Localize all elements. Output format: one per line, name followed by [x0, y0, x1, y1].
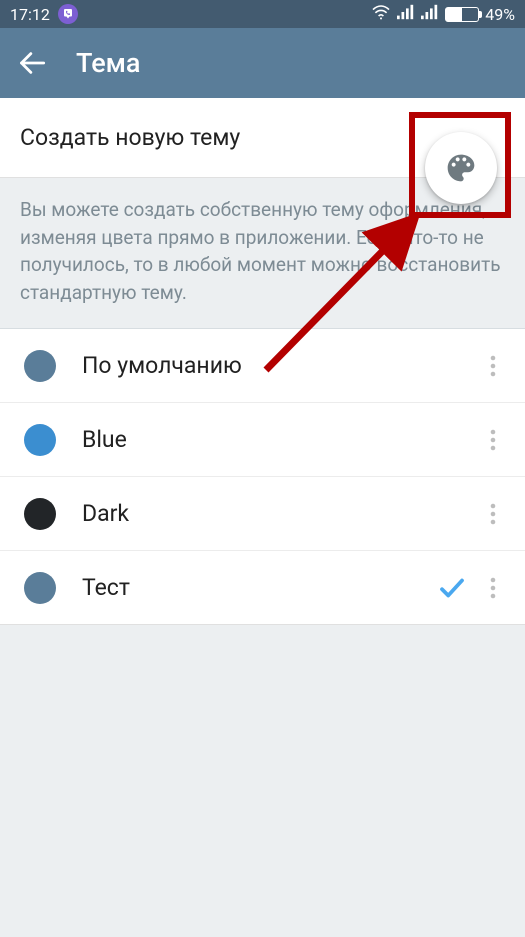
palette-icon: [445, 152, 477, 184]
theme-label: Blue: [56, 426, 473, 453]
statusbar-left: 17:12: [10, 4, 78, 24]
create-theme-label: Создать новую тему: [20, 124, 240, 151]
battery-icon: [445, 7, 479, 22]
theme-swatch: [24, 572, 56, 604]
create-theme-fab[interactable]: [425, 132, 497, 204]
signal-sim1-icon: [397, 4, 415, 24]
theme-label: Тест: [56, 574, 437, 601]
theme-more-button[interactable]: [473, 346, 513, 386]
theme-more-button[interactable]: [473, 568, 513, 608]
theme-label: По умолчанию: [56, 352, 473, 379]
theme-more-button[interactable]: [473, 420, 513, 460]
wifi-icon: [371, 4, 391, 24]
theme-row-test[interactable]: Тест: [0, 551, 525, 625]
theme-swatch: [24, 350, 56, 382]
battery-percent-label: 49%: [485, 5, 515, 24]
viber-notification-icon: [58, 4, 78, 24]
theme-row-default[interactable]: По умолчанию: [0, 329, 525, 403]
theme-more-button[interactable]: [473, 494, 513, 534]
theme-label: Dark: [56, 500, 473, 527]
theme-swatch: [24, 498, 56, 530]
back-arrow-icon[interactable]: [18, 49, 46, 77]
appbar: Тема: [0, 28, 525, 98]
signal-sim2-icon: [421, 4, 439, 24]
theme-swatch: [24, 424, 56, 456]
theme-selected-check-icon: [437, 573, 473, 603]
page-title: Тема: [76, 47, 141, 79]
theme-list: По умолчанию Blue Dark Тест: [0, 329, 525, 625]
statusbar: 17:12 49%: [0, 0, 525, 28]
theme-row-blue[interactable]: Blue: [0, 403, 525, 477]
theme-row-dark[interactable]: Dark: [0, 477, 525, 551]
statusbar-right: 49%: [371, 4, 515, 24]
battery-fill: [446, 8, 462, 21]
status-time: 17:12: [10, 5, 50, 24]
